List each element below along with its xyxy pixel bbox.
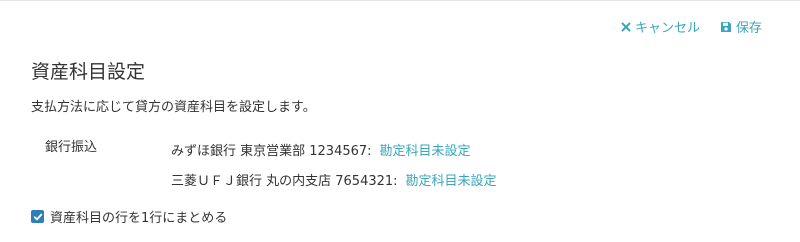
bank-account-row: 三菱ＵＦＪ銀行 丸の内支店 7654321: 勘定科目未設定: [171, 170, 497, 189]
cancel-label: キャンセル: [634, 21, 700, 36]
merge-rows-label: 資産科目の行を1行にまとめる: [50, 211, 228, 226]
save-button[interactable]: 保存: [720, 17, 762, 36]
account-subject-link[interactable]: 勘定科目未設定: [406, 170, 497, 189]
checkmark-icon: [33, 213, 42, 220]
header-actions: キャンセル 保存: [621, 17, 762, 36]
close-icon: [621, 22, 631, 32]
page-title: 資産科目設定: [31, 61, 146, 83]
payment-method-label: 銀行振込: [45, 140, 98, 155]
bank-account-row: みずほ銀行 東京営業部 1234567: 勘定科目未設定: [171, 140, 471, 159]
page-description: 支払方法に応じて貸方の資産科目を設定します。: [31, 100, 316, 115]
save-icon: [720, 21, 732, 33]
bank-account-text: 三菱ＵＦＪ銀行 丸の内支店 7654321:: [171, 174, 398, 189]
merge-rows-option: 資産科目の行を1行にまとめる: [31, 207, 227, 226]
save-label: 保存: [735, 21, 762, 36]
cancel-button[interactable]: キャンセル: [621, 17, 700, 36]
merge-rows-checkbox[interactable]: [31, 210, 44, 223]
top-divider: [0, 0, 800, 1]
account-subject-link[interactable]: 勘定科目未設定: [380, 140, 471, 159]
bank-account-text: みずほ銀行 東京営業部 1234567:: [171, 144, 372, 159]
